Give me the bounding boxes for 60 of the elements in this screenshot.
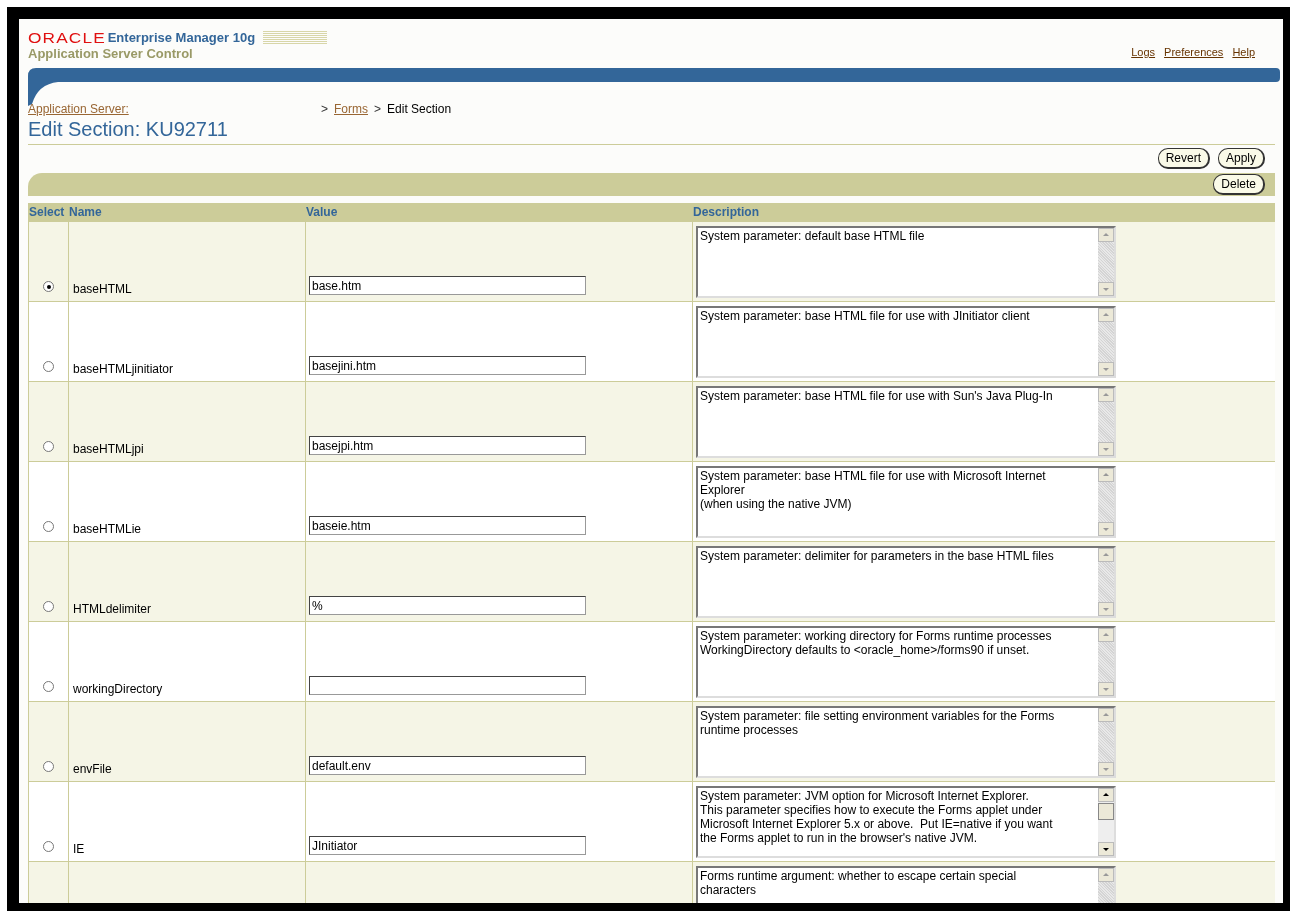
parameter-name: HTMLdelimiter [73, 602, 151, 616]
breadcrumb-separator: > [321, 102, 328, 116]
scrollbar[interactable] [1098, 387, 1114, 456]
description-field[interactable]: System parameter: base HTML file for use with Sun's Java Plug-In [696, 385, 1116, 458]
description-field[interactable]: System parameter: delimiter for parameters in the base HTML files [696, 545, 1116, 618]
parameter-name: baseHTMLie [73, 522, 142, 536]
radio-button[interactable] [43, 841, 54, 852]
global-link[interactable]: Preferences [1164, 46, 1224, 58]
radio-button[interactable] [43, 521, 54, 532]
global-link[interactable]: Help [1232, 46, 1255, 58]
scrollbar[interactable] [1098, 627, 1114, 696]
radio-button[interactable] [43, 281, 54, 292]
oracle-logo: ORACLE [28, 29, 106, 46]
value-field[interactable]: JInitiator [309, 836, 586, 855]
scrollbar[interactable] [1098, 307, 1114, 376]
description-field[interactable]: System parameter: base HTML file for use with Microsoft Internet Explorer (when using the native JVM) [696, 465, 1116, 538]
description-field[interactable]: System parameter: file setting environment variables for the Forms runtime processes [696, 705, 1116, 778]
breadcrumb-separator: > [374, 102, 382, 116]
scrollbar[interactable] [1098, 467, 1114, 536]
column-header: Value [305, 204, 339, 221]
scrollbar[interactable] [1098, 787, 1114, 856]
stripes-graphic [263, 31, 328, 44]
delete-button[interactable]: Delete [1213, 174, 1265, 195]
parameter-name: baseHTMLjinitiator [73, 362, 174, 376]
scrollbar[interactable] [1098, 547, 1114, 616]
radio-button[interactable] [43, 441, 54, 452]
action-button[interactable]: Apply [1217, 148, 1265, 169]
description-field[interactable]: System parameter: working directory for Forms runtime processes WorkingDirectory defaults to <oracle_home>/forms90 if unset. [696, 625, 1116, 698]
parameter-name: baseHTML [73, 282, 132, 296]
parameter-name: IE [73, 842, 85, 856]
radio-button[interactable] [43, 761, 54, 772]
parameter-name: baseHTMLjpi [73, 442, 144, 456]
value-field[interactable]: default.env [309, 756, 586, 775]
value-field[interactable]: base.htm [309, 276, 586, 295]
value-field[interactable]: % [309, 596, 586, 615]
breadcrumb-current: Edit Section [387, 102, 452, 116]
product-name: Enterprise Manager 10g [107, 30, 256, 45]
parameter-name: workingDirectory [73, 682, 163, 696]
description-field[interactable]: System parameter: JVM option for Microsoft Internet Explorer. This parameter specifies how to execute the Forms applet under Microsoft Internet Explorer 5.x or above. Put IE=native if you want the Forms applet to run in the browser's native JVM. [696, 785, 1116, 858]
parameter-name: envFile [73, 762, 112, 776]
scrollbar[interactable] [1098, 707, 1114, 776]
description-field[interactable]: System parameter: base HTML file for use with JInitiator client [696, 305, 1116, 378]
product-subtitle: Application Server Control [28, 46, 194, 61]
breadcrumb-link[interactable]: Forms [334, 102, 368, 116]
radio-button[interactable] [43, 601, 54, 612]
breadcrumb-link[interactable]: Application Server: [28, 102, 315, 116]
radio-button[interactable] [43, 361, 54, 372]
page-title: Edit Section: KU92711 [28, 118, 1275, 145]
column-header: Select [28, 204, 66, 221]
radio-button[interactable] [43, 681, 54, 692]
value-field[interactable] [309, 676, 586, 695]
scrollbar[interactable] [1098, 227, 1114, 296]
global-link[interactable]: Logs [1131, 46, 1156, 58]
value-field[interactable]: basejpi.htm [309, 436, 586, 455]
column-header: Name [68, 204, 103, 221]
action-button[interactable]: Revert [1157, 148, 1210, 169]
description-field[interactable]: System parameter: default base HTML file [696, 225, 1116, 298]
column-header: Description [692, 204, 760, 221]
value-field[interactable]: baseie.htm [309, 516, 586, 535]
value-field[interactable]: basejini.htm [309, 356, 586, 375]
